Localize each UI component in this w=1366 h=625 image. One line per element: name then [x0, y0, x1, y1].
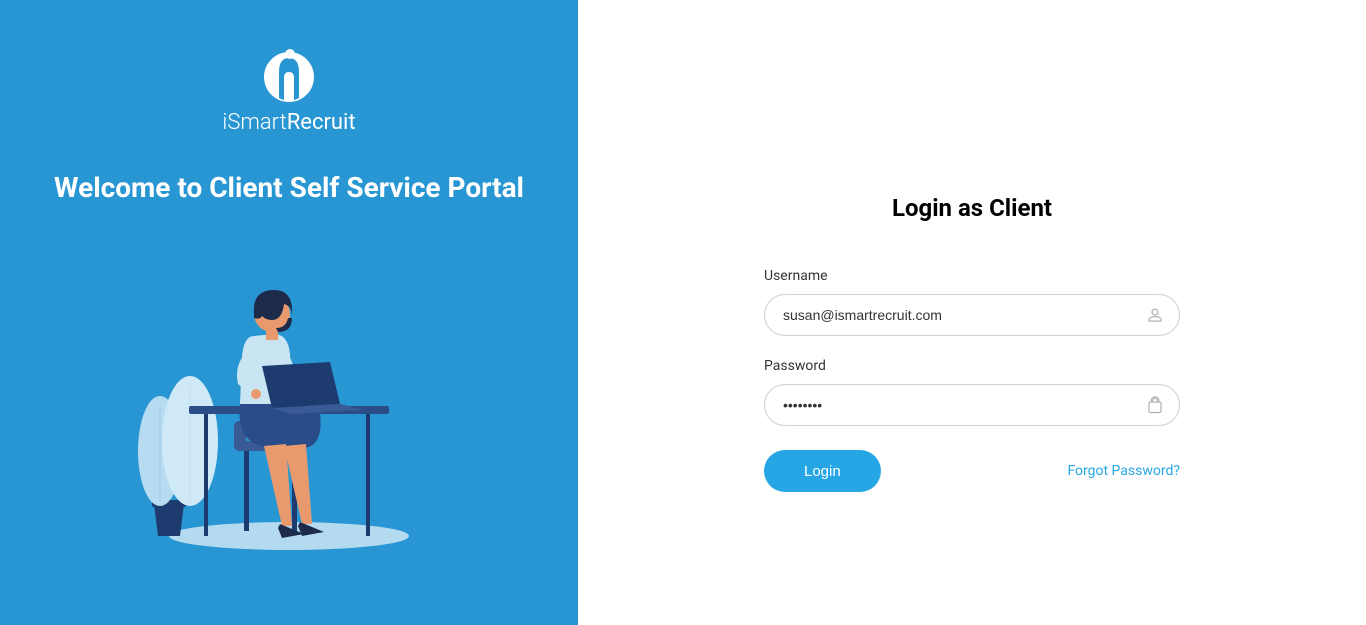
- person-laptop-illustration: [134, 276, 444, 556]
- brand-logo-icon: [262, 48, 316, 102]
- logo: iSmartRecruit: [222, 48, 355, 135]
- forgot-password-link[interactable]: Forgot Password?: [1067, 463, 1180, 479]
- user-icon: [1146, 306, 1164, 324]
- form-actions: Login Forgot Password?: [764, 450, 1180, 492]
- lock-icon: [1146, 396, 1164, 414]
- username-group: Username: [764, 268, 1180, 336]
- login-form: Username Password Login Forgot Password?: [764, 268, 1180, 492]
- password-group: Password: [764, 358, 1180, 426]
- username-input-wrapper: [764, 294, 1180, 336]
- username-input[interactable]: [764, 294, 1180, 336]
- login-button[interactable]: Login: [764, 450, 881, 492]
- brand-name-prefix: iSmart: [222, 110, 286, 135]
- welcome-heading: Welcome to Client Self Service Portal: [54, 171, 524, 204]
- login-heading: Login as Client: [892, 194, 1052, 222]
- username-label: Username: [764, 268, 1180, 284]
- brand-name-suffix: Recruit: [287, 110, 356, 135]
- password-input-wrapper: [764, 384, 1180, 426]
- left-panel: iSmartRecruit Welcome to Client Self Ser…: [0, 0, 578, 625]
- brand-name: iSmartRecruit: [222, 110, 355, 135]
- password-input[interactable]: [764, 384, 1180, 426]
- right-panel: Login as Client Username Password Login …: [578, 0, 1366, 625]
- password-label: Password: [764, 358, 1180, 374]
